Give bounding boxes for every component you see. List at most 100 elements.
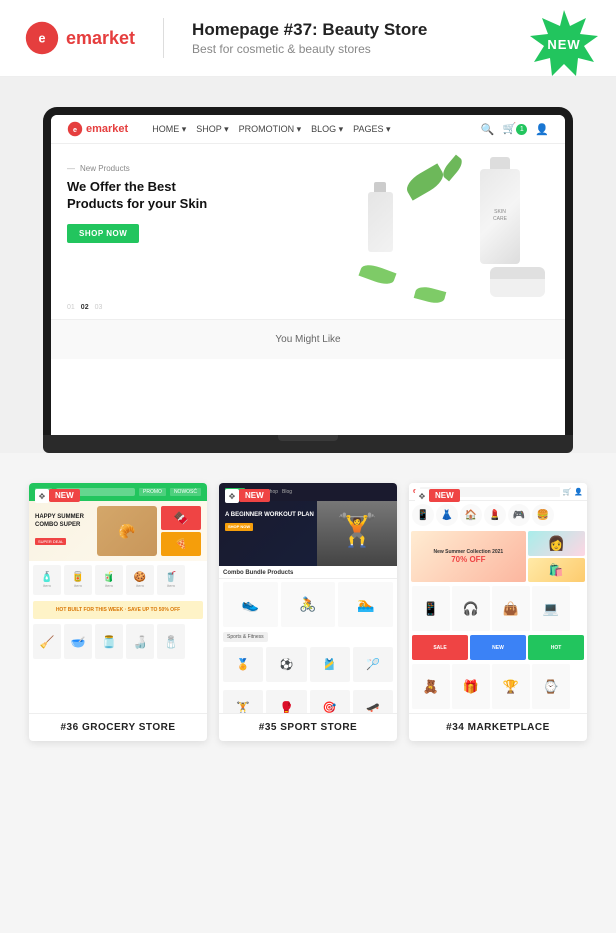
you-might-like: You Might Like <box>51 319 565 359</box>
nav-home[interactable]: HOME ▾ <box>152 124 186 135</box>
sport-prod-3: 🏊 <box>338 582 393 627</box>
g-prod-1: 🧴item <box>33 565 61 595</box>
svg-text:NEW: NEW <box>547 37 580 52</box>
m-prod-4: 💻 <box>532 586 570 631</box>
s-nav-3: Blog <box>282 489 292 495</box>
header-logo: e emarket <box>24 20 135 56</box>
new-badge-marketplace: NEW <box>429 489 460 502</box>
g-hero-side: 🍫 🍕 <box>161 506 201 556</box>
header-divider <box>163 18 164 58</box>
m-nav-cart: 🛒 <box>563 488 572 496</box>
m-prod-2: 🎧 <box>452 586 490 631</box>
new-badge-sport: NEW <box>239 489 270 502</box>
g-prod-3: 🧃item <box>95 565 123 595</box>
g-more-2: 🥣 <box>64 624 92 659</box>
m-prod-3: 👜 <box>492 586 530 631</box>
page-header: e emarket Homepage #37: Beauty Store Bes… <box>0 0 616 77</box>
store-nav: e emarket HOME ▾ SHOP ▾ PROMOTION ▾ BLOG… <box>51 115 565 144</box>
laptop-base <box>43 435 573 453</box>
m-prod-5: 🧸 <box>412 664 450 709</box>
cart-icon[interactable]: 🛒1 <box>503 122 528 136</box>
store-card-grocery: ✥ NEW ALL PROMO NOWOSĆ HAPPY SUMMER COMB… <box>29 483 207 741</box>
nav-icons: 🔍 🛒1 👤 <box>481 122 549 136</box>
sport-bottom-3: 🎯 <box>310 690 350 713</box>
new-badge-svg: NEW <box>528 8 600 80</box>
g-nav-promo: PROMO <box>139 488 166 496</box>
sport-cat: Sports & Fitness <box>219 630 397 644</box>
card-image-sport: Home Shop Blog 🏋️ A BEGINNER WORKOUT PLA… <box>219 483 397 713</box>
dot-1[interactable]: 01 <box>67 304 75 311</box>
nav-promotion[interactable]: PROMOTION ▾ <box>239 124 302 135</box>
nav-pages[interactable]: PAGES ▾ <box>353 124 390 135</box>
m-cat-4: 💄 <box>484 504 506 526</box>
m-prod-1: 📱 <box>412 586 450 631</box>
m-cat-3: 🏠 <box>460 504 482 526</box>
cart-badge: 1 <box>516 124 527 135</box>
m-nav-user: 👤 <box>574 488 583 496</box>
sport-products: 👟 🚴 🏊 <box>219 579 397 630</box>
shop-now-button[interactable]: SHOP NOW <box>67 224 139 243</box>
g-hero-text: HAPPY SUMMER COMBO SUPER SUPER DEAL <box>35 514 93 548</box>
laptop-section: e emarket HOME ▾ SHOP ▾ PROMOTION ▾ BLOG… <box>0 77 616 453</box>
sport-more-3: 🎽 <box>310 647 350 682</box>
g-prod-5: 🥤item <box>157 565 185 595</box>
user-icon[interactable]: 👤 <box>535 123 549 136</box>
sport-bottom-2: 🥊 <box>266 690 306 713</box>
sport-hero-img: 🏋️ <box>317 501 397 566</box>
header-subtitle: Best for cosmetic & beauty stores <box>192 42 427 56</box>
svg-text:e: e <box>73 125 77 134</box>
g-banner: HOT BUILT FOR THIS WEEK · SAVE UP TO 50%… <box>33 601 203 619</box>
g-more-4: 🍶 <box>126 624 154 659</box>
m-hero-side-1: 👩 <box>528 531 585 556</box>
nav-shop[interactable]: SHOP ▾ <box>196 124 228 135</box>
laptop-screen-inner: e emarket HOME ▾ SHOP ▾ PROMOTION ▾ BLOG… <box>51 115 565 435</box>
sport-more: 🏅 ⚽ 🎽 🏸 <box>219 644 397 685</box>
g-prod-4: 🍪item <box>126 565 154 595</box>
dot-3[interactable]: 03 <box>95 304 103 311</box>
sport-prod-2: 🚴 <box>281 582 336 627</box>
hero-text: New Products We Offer the Best Products … <box>67 164 549 299</box>
m-prod-7: 🏆 <box>492 664 530 709</box>
expand-icon-marketplace[interactable]: ✥ <box>415 489 429 503</box>
expand-icon-sport[interactable]: ✥ <box>225 489 239 503</box>
sport-more-2: ⚽ <box>266 647 306 682</box>
laptop-screen-outer: e emarket HOME ▾ SHOP ▾ PROMOTION ▾ BLOG… <box>43 107 573 435</box>
nav-blog[interactable]: BLOG ▾ <box>311 124 343 135</box>
sport-more-1: 🏅 <box>223 647 263 682</box>
sport-hero-label: SHOP NOW <box>225 523 253 531</box>
dot-2-active[interactable]: 02 <box>81 304 89 311</box>
hero-new-label: New Products <box>67 164 549 173</box>
g-products: 🧴item 🥫item 🧃item 🍪item 🥤item <box>29 561 207 599</box>
m-hero-side: 👩 🛍️ <box>528 531 585 582</box>
g-hero-title: HAPPY SUMMER COMBO SUPER <box>35 514 93 530</box>
laptop-wrapper: e emarket HOME ▾ SHOP ▾ PROMOTION ▾ BLOG… <box>43 107 573 453</box>
m-cat-2: 👗 <box>436 504 458 526</box>
store-logo-icon: e <box>67 121 83 137</box>
sport-bottom-1: 🏋️ <box>223 690 263 713</box>
dots-nav: 01 02 03 <box>67 304 102 311</box>
m-hero-discount: 70% OFF <box>451 555 485 564</box>
card-image-grocery: ALL PROMO NOWOSĆ HAPPY SUMMER COMBO SUPE… <box>29 483 207 713</box>
store-cards: ✥ NEW ALL PROMO NOWOSĆ HAPPY SUMMER COMB… <box>20 483 596 741</box>
store-card-marketplace: ✥ NEW e 🛒 👤 📱 👗 🏠 💄 🎮 🍔 <box>409 483 587 741</box>
sport-hero-text: A BEGINNER WORKOUT PLAN SHOP NOW <box>225 511 314 532</box>
m-cat-1: 📱 <box>412 504 434 526</box>
hero-section: New Products We Offer the Best Products … <box>51 144 565 319</box>
g-banner-text: HOT BUILT FOR THIS WEEK · SAVE UP TO 50%… <box>56 607 180 613</box>
m-banner-1: SALE <box>412 635 468 660</box>
m-prod-6: 🎁 <box>452 664 490 709</box>
card-label-grocery: #36 GROCERY STORE <box>29 713 207 741</box>
m-cat-5: 🎮 <box>508 504 530 526</box>
sport-more-2-row: 🏋️ 🥊 🎯 🛹 <box>219 687 397 713</box>
g-nav-new: NOWOSĆ <box>170 488 201 496</box>
g-more-5: 🧂 <box>157 624 185 659</box>
expand-icon-grocery[interactable]: ✥ <box>35 489 49 503</box>
m-banner-3: HOT <box>528 635 584 660</box>
emarket-logo-icon: e <box>24 20 60 56</box>
sport-prod-1: 👟 <box>223 582 278 627</box>
g-hero-badge: SUPER DEAL <box>35 538 66 545</box>
search-icon[interactable]: 🔍 <box>481 123 495 136</box>
g-more-products: 🧹 🥣 🫙 🍶 🧂 <box>29 621 207 662</box>
logo-text: emarket <box>66 28 135 49</box>
sport-hero: 🏋️ A BEGINNER WORKOUT PLAN SHOP NOW <box>219 501 397 566</box>
